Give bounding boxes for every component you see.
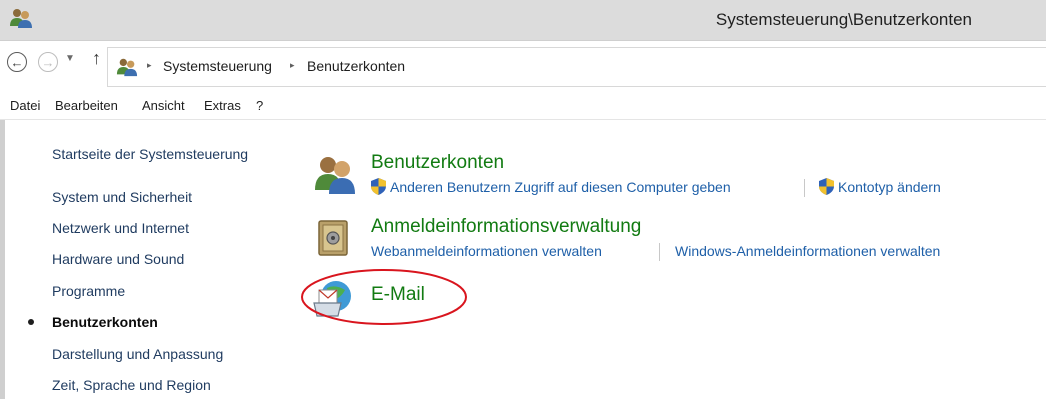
link-manage-web-credentials[interactable]: Webanmeldeinformationen verwalten xyxy=(371,243,602,259)
breadcrumb-separator-icon[interactable]: ▸ xyxy=(147,60,152,71)
menu-datei[interactable]: Datei xyxy=(10,98,40,113)
arrow-right-icon: → xyxy=(41,54,55,70)
link-separator xyxy=(804,179,805,197)
highlight-ellipse xyxy=(301,269,467,325)
link-manage-windows-credentials[interactable]: Windows-Anmeldeinformationen verwalten xyxy=(675,243,940,259)
sidebar-home-link[interactable]: Startseite der Systemsteuerung xyxy=(52,146,248,162)
sidebar-item-programs[interactable]: Programme xyxy=(52,283,125,299)
category-user-accounts-title[interactable]: Benutzerkonten xyxy=(371,152,504,174)
sidebar-item-network[interactable]: Netzwerk und Internet xyxy=(52,220,189,236)
sidebar-item-hardware[interactable]: Hardware und Sound xyxy=(52,251,184,267)
menu-ansicht[interactable]: Ansicht xyxy=(142,98,185,113)
arrow-up-icon: ↑ xyxy=(92,48,101,68)
breadcrumb-separator-icon[interactable]: ▸ xyxy=(290,60,295,71)
menu-help[interactable]: ? xyxy=(256,98,263,113)
users-icon xyxy=(10,9,32,28)
sidebar-item-time-language[interactable]: Zeit, Sprache und Region xyxy=(52,377,211,393)
up-button[interactable]: ↑ xyxy=(92,48,101,69)
sidebar-item-system[interactable]: System und Sicherheit xyxy=(52,189,192,205)
back-button[interactable]: ← xyxy=(7,52,27,72)
forward-button[interactable]: → xyxy=(38,52,58,72)
menu-extras[interactable]: Extras xyxy=(204,98,241,113)
breadcrumb-benutzerkonten[interactable]: Benutzerkonten xyxy=(307,58,405,74)
category-credential-manager-title[interactable]: Anmeldeinformationsverwaltung xyxy=(371,216,641,238)
sidebar-item-user-accounts[interactable]: Benutzerkonten xyxy=(52,314,158,330)
breadcrumb-systemsteuerung[interactable]: Systemsteuerung xyxy=(163,58,272,74)
menu-bar: Datei Bearbeiten Ansicht Extras ? xyxy=(0,92,1046,120)
current-item-bullet xyxy=(28,319,34,325)
users-icon[interactable] xyxy=(314,154,356,194)
title-bar: Systemsteuerung\Benutzerkonten xyxy=(0,0,1046,41)
users-icon xyxy=(116,58,138,77)
sidebar-item-appearance[interactable]: Darstellung und Anpassung xyxy=(52,346,223,362)
window-title: Systemsteuerung\Benutzerkonten xyxy=(715,10,972,29)
uac-shield-icon xyxy=(371,178,386,195)
link-separator xyxy=(659,243,660,261)
recent-locations-dropdown[interactable]: ▼ xyxy=(65,53,75,64)
sidebar: Startseite der Systemsteuerung System un… xyxy=(0,120,300,399)
credential-vault-icon[interactable] xyxy=(317,219,349,257)
uac-shield-icon xyxy=(819,178,834,195)
chevron-down-icon: ▼ xyxy=(65,53,75,64)
address-bar[interactable]: ▸ Systemsteuerung ▸ Benutzerkonten xyxy=(107,47,1046,87)
arrow-left-icon: ← xyxy=(10,54,24,70)
link-grant-access[interactable]: Anderen Benutzern Zugriff auf diesen Com… xyxy=(390,179,731,195)
navigation-bar: ← → ▼ ↑ ▸ Systemsteuerung ▸ Benutzerkont… xyxy=(0,41,1046,91)
menu-bearbeiten[interactable]: Bearbeiten xyxy=(55,98,118,113)
link-change-account-type[interactable]: Kontotyp ändern xyxy=(838,179,941,195)
